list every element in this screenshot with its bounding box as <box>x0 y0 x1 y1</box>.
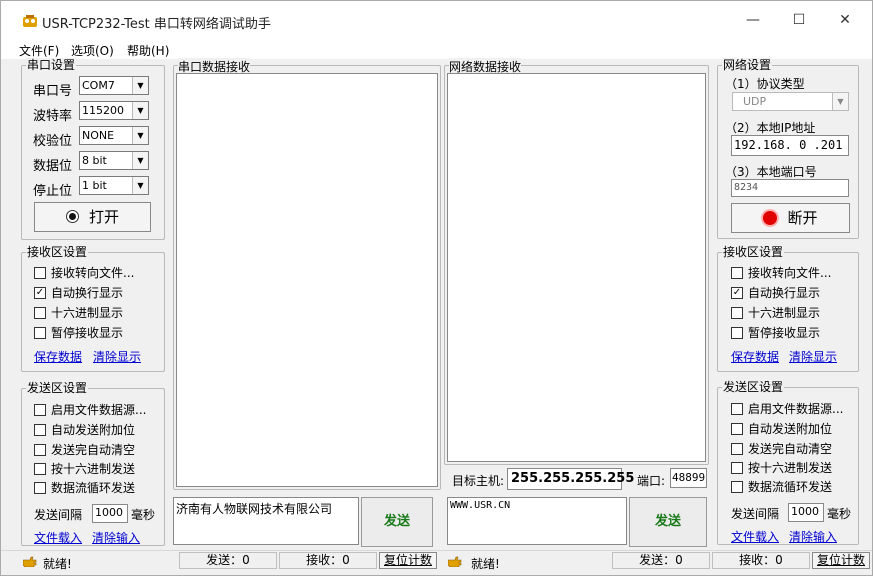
serial-recv-textarea[interactable] <box>176 73 438 487</box>
status-led-icon <box>763 211 778 225</box>
open-port-button[interactable]: 打开 <box>34 202 151 232</box>
window-title: USR-TCP232-Test 串口转网络调试助手 <box>42 17 271 32</box>
net-loop-send-checkbox[interactable]: 数据流循环发送 <box>731 479 832 495</box>
app-icon <box>23 15 37 27</box>
port-select[interactable]: COM7 ▼ <box>79 76 149 95</box>
serial-interval-input[interactable]: 1000 <box>92 504 128 523</box>
net-interval-label: 发送间隔 <box>731 507 780 521</box>
net-settings-title: 网络设置 <box>722 58 773 72</box>
hand-point-icon <box>448 556 462 567</box>
serial-auto-clear-checkbox[interactable]: 发送完自动清空 <box>34 442 135 458</box>
serial-clear-input-link[interactable]: 清除输入 <box>92 529 140 546</box>
serial-hex-send-checkbox[interactable]: 按十六进制发送 <box>34 461 135 477</box>
serial-sent-count: 发送：0 <box>179 552 277 569</box>
minimize-button[interactable]: — <box>730 5 776 35</box>
menu-options[interactable]: 选项(O) <box>71 42 114 59</box>
serial-save-data-link[interactable]: 保存数据 <box>34 348 82 365</box>
net-interval-unit: 毫秒 <box>827 507 852 521</box>
net-hex-send-checkbox[interactable]: 按十六进制发送 <box>731 460 832 476</box>
net-recv-to-file-checkbox[interactable]: 接收转向文件... <box>731 265 831 281</box>
maximize-button[interactable]: ☐ <box>776 5 822 35</box>
target-host-label: 目标主机: <box>452 474 505 488</box>
net-interval-input[interactable]: 1000 <box>788 503 824 522</box>
serial-interval-unit: 毫秒 <box>131 508 156 522</box>
serial-settings-title: 串口设置 <box>26 58 77 72</box>
net-pause-display-checkbox[interactable]: 暂停接收显示 <box>731 325 820 341</box>
serial-recv-count: 接收：0 <box>279 552 377 569</box>
menu-file[interactable]: 文件(F) <box>19 42 59 59</box>
title-bar: USR-TCP232-Test 串口转网络调试助手 — ☐ ✕ <box>1 1 872 37</box>
net-reset-count-button[interactable]: 复位计数 <box>812 552 870 569</box>
serial-receive-settings-title: 接收区设置 <box>26 245 89 259</box>
local-port-label: （3）本地端口号 <box>725 165 817 179</box>
net-clear-input-link[interactable]: 清除输入 <box>789 528 837 545</box>
local-port-input[interactable]: 8234 <box>731 179 849 197</box>
disconnect-button[interactable]: 断开 <box>731 203 850 233</box>
stopbits-label: 停止位 <box>33 184 73 199</box>
net-send-settings-title: 发送区设置 <box>722 380 785 394</box>
serial-auto-wrap-checkbox[interactable]: ✓ 自动换行显示 <box>34 285 123 301</box>
net-clear-display-link[interactable]: 清除显示 <box>789 348 837 365</box>
serial-recv-to-file-checkbox[interactable]: 接收转向文件... <box>34 265 134 281</box>
local-ip-label: （2）本地IP地址 <box>725 121 816 135</box>
stopbits-select[interactable]: 1 bit ▼ <box>79 176 149 195</box>
baud-select[interactable]: 115200 ▼ <box>79 101 149 120</box>
net-sent-count: 发送：0 <box>612 552 710 569</box>
serial-send-input[interactable]: 济南有人物联网技术有限公司 <box>173 497 359 545</box>
protocol-label: （1）协议类型 <box>725 77 805 91</box>
serial-send-button[interactable]: 发送 <box>361 497 433 547</box>
chevron-down-icon: ▼ <box>132 152 148 169</box>
serial-reset-count-button[interactable]: 复位计数 <box>379 552 437 569</box>
parity-label: 校验位 <box>33 134 73 149</box>
target-host-input[interactable]: 255.255.255.255 <box>507 468 634 490</box>
serial-interval-label: 发送间隔 <box>34 508 83 522</box>
net-send-button[interactable]: 发送 <box>629 497 707 547</box>
chevron-down-icon: ▼ <box>132 77 148 94</box>
serial-hex-display-checkbox[interactable]: 十六进制显示 <box>34 305 123 321</box>
menu-help[interactable]: 帮助(H) <box>127 42 169 59</box>
serial-status-text: 就绪! <box>43 557 72 571</box>
local-ip-input[interactable]: 192.168. 0 .201 <box>731 135 849 156</box>
serial-file-source-checkbox[interactable]: 启用文件数据源... <box>34 402 146 418</box>
serial-send-settings-title: 发送区设置 <box>26 381 89 395</box>
net-recv-count: 接收：0 <box>712 552 810 569</box>
net-send-input[interactable]: WWW.USR.CN <box>447 497 627 545</box>
chevron-down-icon: ▼ <box>832 93 848 110</box>
chevron-down-icon: ▼ <box>132 127 148 144</box>
chevron-down-icon: ▼ <box>132 177 148 194</box>
status-divider <box>1 550 872 551</box>
net-recv-textarea[interactable] <box>447 73 706 462</box>
net-save-data-link[interactable]: 保存数据 <box>731 348 779 365</box>
radio-dot-icon <box>65 210 79 223</box>
serial-load-file-link[interactable]: 文件载入 <box>34 529 82 546</box>
protocol-select[interactable]: UDP ▼ <box>732 92 849 111</box>
serial-pause-display-checkbox[interactable]: 暂停接收显示 <box>34 325 123 341</box>
net-load-file-link[interactable]: 文件载入 <box>731 528 779 545</box>
net-hex-display-checkbox[interactable]: 十六进制显示 <box>731 305 820 321</box>
target-port-label: 端口: <box>637 474 666 488</box>
close-button[interactable]: ✕ <box>822 5 868 35</box>
databits-select[interactable]: 8 bit ▼ <box>79 151 149 170</box>
app-window: USR-TCP232-Test 串口转网络调试助手 — ☐ ✕ 文件(F) 选项… <box>0 0 873 576</box>
chevron-down-icon: ▼ <box>132 102 148 119</box>
net-auto-wrap-checkbox[interactable]: ✓ 自动换行显示 <box>731 285 820 301</box>
serial-loop-send-checkbox[interactable]: 数据流循环发送 <box>34 480 135 496</box>
net-auto-clear-checkbox[interactable]: 发送完自动清空 <box>731 441 832 457</box>
databits-label: 数据位 <box>33 159 73 174</box>
port-label: 串口号 <box>33 84 73 99</box>
net-receive-settings-title: 接收区设置 <box>722 245 785 259</box>
serial-clear-display-link[interactable]: 清除显示 <box>93 348 141 365</box>
net-file-source-checkbox[interactable]: 启用文件数据源... <box>731 401 843 417</box>
serial-append-bit-checkbox[interactable]: 自动发送附加位 <box>34 422 135 438</box>
parity-select[interactable]: NONE ▼ <box>79 126 149 145</box>
baud-label: 波特率 <box>33 109 73 124</box>
hand-point-icon <box>23 556 37 567</box>
net-status-text: 就绪! <box>471 557 500 571</box>
net-append-bit-checkbox[interactable]: 自动发送附加位 <box>731 421 832 437</box>
target-port-input[interactable]: 48899 <box>670 468 707 488</box>
